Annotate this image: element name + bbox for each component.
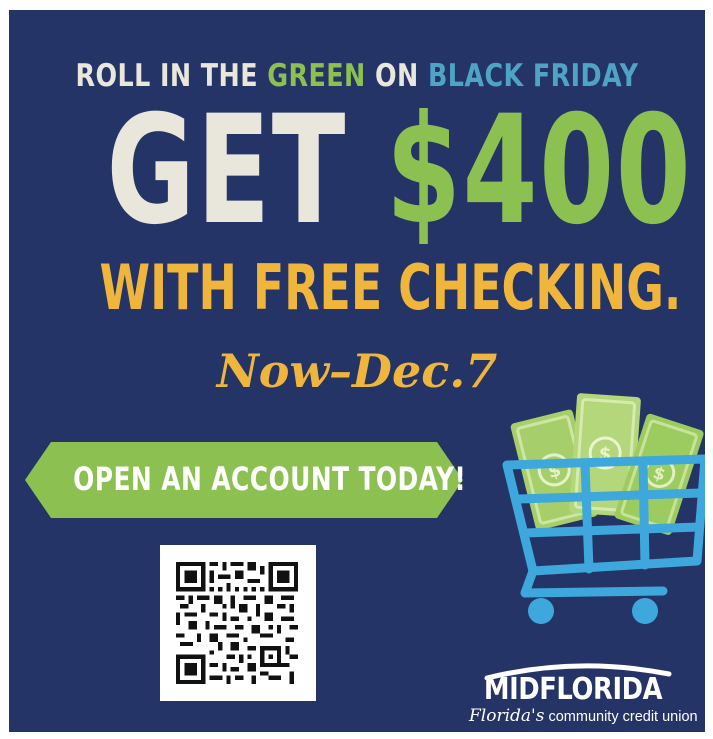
cart-wheel-icon [632, 598, 658, 624]
cta-banner[interactable]: OPEN AN ACCOUNT TODAY! [25, 442, 467, 518]
ad-panel: ROLL IN THE GREEN ON BLACK FRIDAY GET $4… [9, 10, 705, 732]
shopping-cart-icon: $ $ $ [502, 393, 705, 624]
cta-banner-label: OPEN AN ACCOUNT TODAY! [73, 460, 467, 498]
headline-main-word: GET [106, 84, 386, 258]
headline-sub: WITH FREE CHECKING. [99, 251, 682, 324]
midflorida-logo: MIDFLORIDA Florida's community credit un… [455, 660, 698, 730]
qr-code[interactable] [160, 545, 316, 701]
qr-code-icon [176, 562, 298, 684]
logo-tagline: Florida's community credit union [469, 706, 698, 726]
logo-tagline-script: Florida's [469, 706, 545, 726]
headline-amount: $400 [385, 84, 693, 258]
headline-main: GET $400 [106, 96, 690, 246]
logo-tagline-rest: community credit union [544, 709, 698, 725]
cart-wheel-icon [528, 598, 554, 624]
logo-name: MIDFLORIDA [483, 672, 663, 707]
